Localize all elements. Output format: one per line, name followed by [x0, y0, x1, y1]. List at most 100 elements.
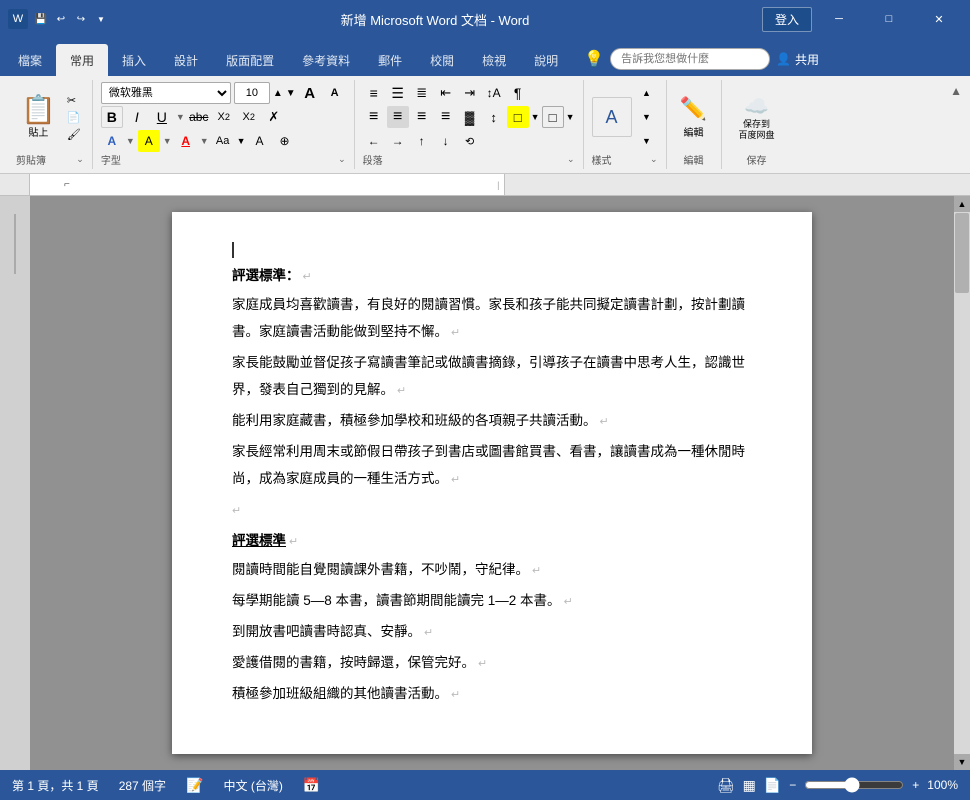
- ruler-body[interactable]: ⌐ |: [30, 174, 505, 195]
- shading-dropdown[interactable]: ▼: [531, 112, 540, 122]
- tab-review[interactable]: 校閱: [416, 44, 468, 76]
- strikethrough-button[interactable]: abc: [188, 106, 210, 128]
- light-bulb-icon[interactable]: 💡: [584, 49, 604, 69]
- tab-file[interactable]: 檔案: [4, 44, 56, 76]
- ruler-tab-stop[interactable]: ⌐: [64, 179, 70, 190]
- scrollbar[interactable]: ▲ ▼: [954, 196, 970, 770]
- zoom-slider[interactable]: [804, 777, 904, 793]
- maximize-button[interactable]: □: [866, 0, 912, 38]
- decrease-para-indent-button[interactable]: ←: [363, 130, 385, 152]
- bold-button[interactable]: B: [101, 106, 123, 128]
- increase-para-indent-button[interactable]: →: [387, 130, 409, 152]
- increase-indent-button[interactable]: ⇥: [459, 82, 481, 104]
- font-extra-button[interactable]: A: [249, 130, 271, 152]
- underline-dropdown-icon[interactable]: ▼: [176, 112, 185, 122]
- para-spacing-up-button[interactable]: ↑: [411, 130, 433, 152]
- scroll-thumb[interactable]: [955, 213, 969, 293]
- italic-button[interactable]: I: [126, 106, 148, 128]
- scroll-up-button[interactable]: ▲: [954, 196, 970, 212]
- borders-button[interactable]: □: [542, 106, 564, 128]
- highlight-button[interactable]: A: [138, 130, 160, 152]
- tab-mailings[interactable]: 郵件: [364, 44, 416, 76]
- tab-help[interactable]: 說明: [520, 44, 572, 76]
- paste-button[interactable]: 📋 貼上: [16, 93, 61, 142]
- font-expand-icon[interactable]: ⌄: [338, 154, 346, 165]
- highlight-dropdown[interactable]: ▼: [163, 136, 172, 146]
- line-spacing-button[interactable]: ↕: [483, 106, 505, 128]
- customize-quick-access-icon[interactable]: ▼: [94, 12, 108, 26]
- uppercase-button[interactable]: Aa: [212, 130, 234, 152]
- word-count[interactable]: 287 個字: [119, 777, 166, 794]
- quick-save-icon[interactable]: 💾: [34, 12, 48, 26]
- font-size-input[interactable]: [234, 82, 270, 104]
- show-marks-button[interactable]: ¶: [507, 82, 529, 104]
- doc-scroll-area[interactable]: 評選標準： ↵ 家庭成員均喜歡讀書，有良好的閱讀習慣。家長和孩子能共同擬定讀書計…: [30, 196, 954, 770]
- minimize-button[interactable]: ─: [816, 0, 862, 38]
- tab-layout[interactable]: 版面配置: [212, 44, 288, 76]
- para-spacing-down-button[interactable]: ↓: [435, 130, 457, 152]
- page-indicator[interactable]: 第 1 頁，共 1 頁: [12, 777, 99, 794]
- scroll-down-button[interactable]: ▼: [954, 754, 970, 770]
- align-left-button[interactable]: ≡: [363, 106, 385, 128]
- tab-insert[interactable]: 插入: [108, 44, 160, 76]
- zoom-in-button[interactable]: +: [912, 778, 919, 792]
- tab-view[interactable]: 檢視: [468, 44, 520, 76]
- bullets-button[interactable]: ≡: [363, 82, 385, 104]
- font-size-up-icon[interactable]: ▲: [273, 88, 283, 99]
- styles-scroll-down[interactable]: ▼: [636, 106, 658, 128]
- format-painter-button[interactable]: 🖌: [64, 127, 84, 142]
- tab-references[interactable]: 參考資料: [288, 44, 364, 76]
- text-effect-button[interactable]: A: [101, 130, 123, 152]
- text-direction-button[interactable]: ⟲: [459, 130, 481, 152]
- redo-icon[interactable]: ↪: [74, 12, 88, 26]
- styles-gallery-button[interactable]: A: [592, 97, 632, 137]
- styles-scroll-up[interactable]: ▲: [636, 82, 658, 104]
- sort-button[interactable]: ↕A: [483, 82, 505, 104]
- font-name-select[interactable]: 微软雅黑: [101, 82, 231, 104]
- clipboard-expand-icon[interactable]: ⌄: [76, 154, 84, 165]
- calendar-icon[interactable]: 📅: [303, 777, 320, 794]
- close-button[interactable]: ✕: [916, 0, 962, 38]
- zoom-level[interactable]: 100%: [927, 778, 958, 792]
- font-color-button[interactable]: A: [175, 130, 197, 152]
- decrease-indent-button[interactable]: ⇤: [435, 82, 457, 104]
- font-color-dropdown[interactable]: ▼: [200, 136, 209, 146]
- shading-button[interactable]: □: [507, 106, 529, 128]
- save-cloud-button[interactable]: ☁️ 保存到百度网盘: [732, 92, 780, 143]
- justify-button[interactable]: ≡: [435, 106, 457, 128]
- cut-button[interactable]: ✂: [64, 93, 84, 108]
- uppercase-dropdown[interactable]: ▼: [237, 136, 246, 146]
- superscript-button[interactable]: X2: [238, 106, 260, 128]
- view-web-icon[interactable]: ▦: [743, 777, 756, 794]
- tab-design[interactable]: 設計: [160, 44, 212, 76]
- tell-me-input[interactable]: [610, 48, 770, 70]
- login-button[interactable]: 登入: [762, 7, 812, 32]
- borders-dropdown[interactable]: ▼: [566, 112, 575, 122]
- font-large-icon[interactable]: A: [299, 82, 321, 104]
- copy-button[interactable]: 📄: [64, 110, 84, 125]
- columns-button[interactable]: ▓: [459, 106, 481, 128]
- paragraph-expand-icon[interactable]: ⌄: [567, 154, 575, 165]
- spell-check-icon[interactable]: 📝: [186, 777, 203, 794]
- phonetic-button[interactable]: ⊕: [274, 130, 296, 152]
- ribbon-collapse-icon[interactable]: ▲: [950, 84, 962, 98]
- tab-home[interactable]: 常用: [56, 44, 108, 76]
- styles-expand-icon[interactable]: ⌄: [650, 154, 658, 165]
- font-size-down-icon[interactable]: ▼: [286, 88, 296, 99]
- zoom-out-button[interactable]: −: [789, 778, 796, 792]
- undo-icon[interactable]: ↩: [54, 12, 68, 26]
- underline-button[interactable]: U: [151, 106, 173, 128]
- align-right-button[interactable]: ≡: [411, 106, 433, 128]
- view-print-icon[interactable]: 🖨: [717, 777, 735, 794]
- clear-format-button[interactable]: ✗: [263, 106, 285, 128]
- styles-more[interactable]: ▼: [636, 130, 658, 152]
- align-center-button[interactable]: ≡: [387, 106, 409, 128]
- edit-button[interactable]: ✏️ 編輯: [675, 93, 712, 142]
- share-button[interactable]: 👤 共用: [776, 51, 819, 68]
- font-small-icon[interactable]: A: [324, 82, 346, 104]
- scroll-track[interactable]: [954, 212, 970, 754]
- multilevel-list-button[interactable]: ≣: [411, 82, 433, 104]
- view-focus-icon[interactable]: 📄: [764, 777, 781, 794]
- language-indicator[interactable]: 中文 (台灣): [223, 777, 282, 794]
- numbered-list-button[interactable]: ☰: [387, 82, 409, 104]
